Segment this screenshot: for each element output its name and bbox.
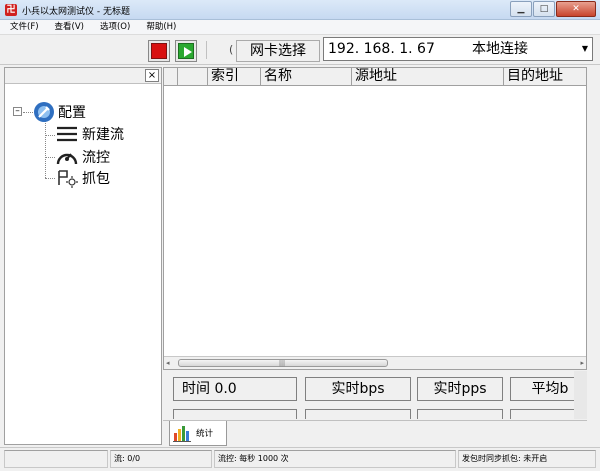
stat-row2-cell: [305, 409, 411, 419]
toolbar-separator: [206, 41, 207, 59]
status-empty: [4, 450, 108, 468]
window-controls: ▁ □ ✕: [509, 1, 596, 17]
app-icon: 卍: [5, 4, 17, 16]
menu-help[interactable]: 帮助(H): [136, 20, 182, 34]
tree-label: 流控: [82, 150, 110, 166]
tree-node-flow-control[interactable]: 流控: [55, 146, 110, 168]
nic-ip: 192. 168. 1. 67: [328, 41, 435, 57]
bar-chart-icon: [173, 426, 191, 442]
stats-panel: 时间 0.0 实时bps 实时pps 平均b: [163, 371, 574, 419]
stat-time: 时间 0.0: [173, 377, 297, 401]
column-header-source[interactable]: 源地址: [352, 68, 504, 86]
vertical-scrollbar[interactable]: [588, 67, 598, 370]
play-icon: [178, 43, 194, 59]
panel-close-button[interactable]: ×: [145, 69, 159, 82]
nic-dropdown[interactable]: 192. 168. 1. 67 本地连接 ▼: [323, 37, 593, 61]
column-header-select[interactable]: [164, 68, 178, 86]
minimize-button[interactable]: ▁: [510, 1, 532, 17]
grid-header: 索引 名称 源地址 目的地址: [164, 68, 586, 86]
tree-label: 新建流: [82, 127, 124, 143]
scroll-right-icon[interactable]: ▸: [580, 359, 584, 367]
column-header-check[interactable]: [178, 68, 208, 86]
close-button[interactable]: ✕: [556, 1, 596, 17]
menu-view[interactable]: 查看(V): [45, 20, 90, 34]
stat-average: 平均b: [510, 377, 574, 401]
stat-realtime-pps: 实时pps: [417, 377, 503, 401]
stat-realtime-bps: 实时bps: [305, 377, 411, 401]
menu-options[interactable]: 选项(O): [90, 20, 136, 34]
tree-node-config[interactable]: 配置: [33, 101, 86, 123]
toolbar-grip: (: [229, 43, 234, 56]
status-bar: 流: 0/0 流控: 每秒 1000 次 发包时同步抓包: 未开启: [0, 447, 600, 471]
bottom-tabs: 统计: [163, 420, 587, 446]
gear-config-icon: [34, 102, 54, 122]
nic-select-label: 网卡选择: [236, 40, 320, 62]
config-tree-panel: × – 配置 新建流 流控 抓包: [4, 67, 162, 445]
column-header-index[interactable]: 索引: [208, 68, 261, 86]
menu-file[interactable]: 文件(F): [0, 20, 45, 34]
scroll-thumb[interactable]: |||: [178, 359, 388, 367]
stat-row2-cell: [173, 409, 297, 419]
chevron-down-icon[interactable]: ▼: [578, 38, 592, 60]
tree-node-new-stream[interactable]: 新建流: [55, 124, 124, 144]
stat-row2-cell: [510, 409, 574, 419]
tree-collapse-toggle[interactable]: –: [13, 107, 22, 116]
tree-label: 配置: [58, 105, 86, 121]
stream-grid: 索引 名称 源地址 目的地址 ◂ ||| ▸: [163, 67, 587, 370]
status-flow-control: 流控: 每秒 1000 次: [214, 450, 456, 468]
start-button[interactable]: [175, 40, 197, 62]
column-header-destination[interactable]: 目的地址: [504, 68, 586, 86]
scroll-left-icon[interactable]: ◂: [166, 359, 170, 367]
tab-label: 统计: [196, 429, 214, 439]
tree-label: 抓包: [82, 171, 110, 187]
stat-row2-cell: [417, 409, 503, 419]
panel-header: ×: [5, 68, 161, 84]
stop-button[interactable]: [148, 40, 170, 62]
maximize-button[interactable]: □: [533, 1, 555, 17]
gauge-icon: [56, 153, 78, 165]
horizontal-scrollbar[interactable]: ◂ ||| ▸: [164, 356, 586, 369]
window-title: 小兵以太网测试仪 - 无标题: [22, 7, 130, 17]
menu-bar: 文件(F) 查看(V) 选项(O) 帮助(H): [0, 20, 600, 35]
capture-icon: [58, 170, 78, 188]
status-flow-count: 流: 0/0: [110, 450, 212, 468]
status-sync-capture: 发包时同步抓包: 未开启: [458, 450, 596, 468]
stop-icon: [151, 43, 167, 59]
title-bar: 卍 小兵以太网测试仪 - 无标题 ▁ □ ✕: [0, 0, 600, 20]
nic-connection-name: 本地连接: [472, 41, 528, 57]
tab-statistics[interactable]: 统计: [169, 421, 227, 446]
config-tree: – 配置 新建流 流控 抓包: [5, 84, 161, 188]
stats-scrollbar[interactable]: [574, 371, 587, 419]
column-header-name[interactable]: 名称: [261, 68, 352, 86]
list-icon: [57, 126, 77, 142]
tree-node-capture[interactable]: 抓包: [55, 167, 110, 189]
